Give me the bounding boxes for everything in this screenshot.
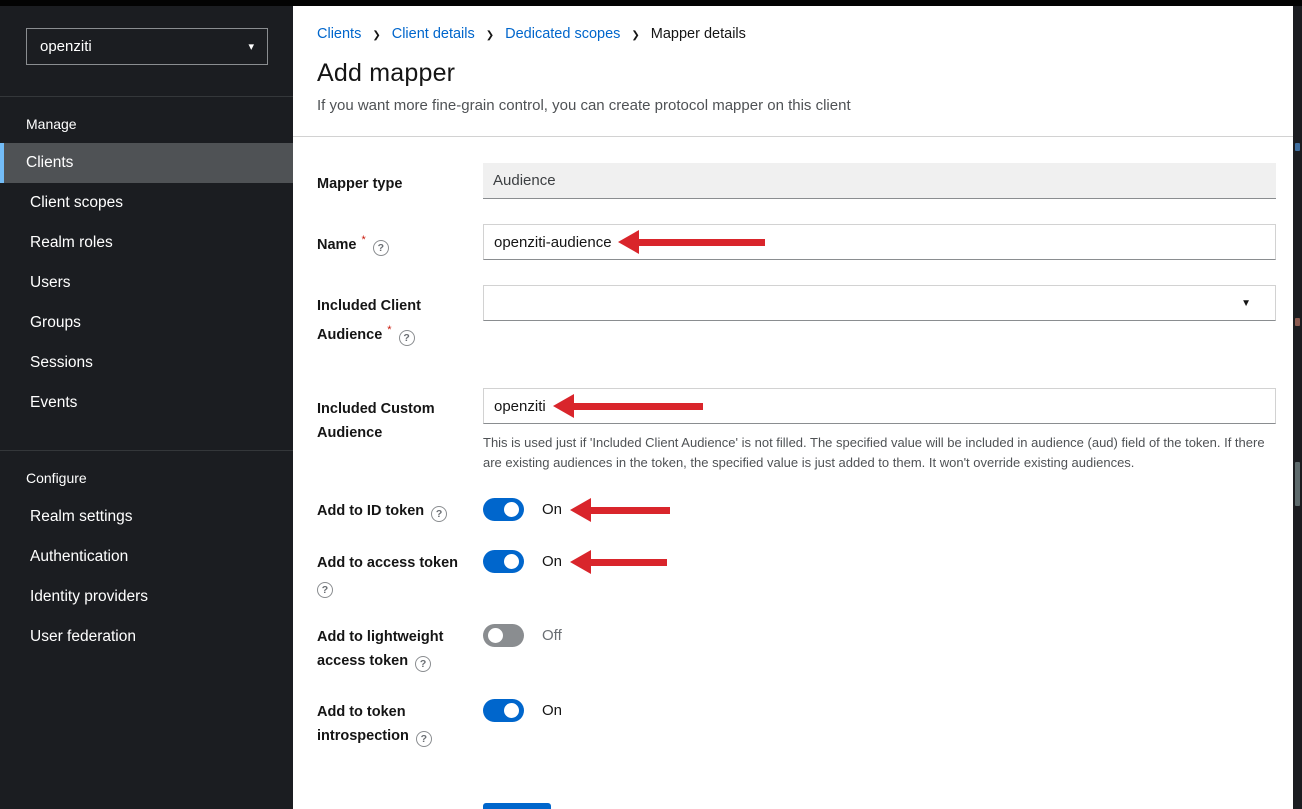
page-header: Clients ❯ Client details ❯ Dedicated sco… <box>293 6 1293 137</box>
help-icon[interactable]: ? <box>415 656 431 672</box>
save-button[interactable]: Save <box>483 803 551 809</box>
mapper-type-label: Mapper type <box>317 176 402 192</box>
sidebar-item-label: Realm roles <box>30 234 113 252</box>
included-client-audience-label-line2: Audience <box>317 327 382 343</box>
sidebar-item-sessions[interactable]: Sessions <box>0 343 293 383</box>
window-top-bar <box>0 0 1302 6</box>
chevron-down-icon: ▼ <box>1241 298 1265 309</box>
help-icon[interactable]: ? <box>431 506 447 522</box>
breadcrumb-separator-icon: ❯ <box>486 28 494 41</box>
annotation-arrow-id-token <box>570 498 670 522</box>
mapper-type-value: Audience <box>493 172 556 189</box>
page-title: Add mapper <box>317 59 1267 88</box>
sidebar-item-user-federation[interactable]: User federation <box>0 617 293 657</box>
name-row: Name *? <box>317 224 1293 260</box>
breadcrumb-client-details[interactable]: Client details <box>392 26 475 42</box>
sidebar-item-client-scopes[interactable]: Client scopes <box>0 183 293 223</box>
sidebar-item-label: Sessions <box>30 354 93 372</box>
toggle-knob <box>504 554 519 569</box>
sidebar-section-title-configure: Configure <box>0 451 293 497</box>
name-label: Name <box>317 237 357 253</box>
included-custom-audience-input[interactable] <box>483 388 1276 424</box>
included-custom-audience-label-line2: Audience <box>317 425 382 441</box>
breadcrumb-mapper-details: Mapper details <box>651 26 746 42</box>
sidebar-item-label: Identity providers <box>30 588 148 606</box>
included-custom-audience-row: Included Custom Audience This is used ju… <box>317 388 1293 473</box>
add-to-token-introspection-toggle[interactable] <box>483 699 524 722</box>
sidebar-item-label: Client scopes <box>30 194 123 212</box>
add-to-token-introspection-state: On <box>542 702 562 719</box>
scrollbar-mark <box>1295 143 1300 151</box>
add-to-id-token-row: Add to ID token? On <box>317 498 1293 523</box>
sidebar-item-identity-providers[interactable]: Identity providers <box>0 577 293 617</box>
add-to-access-token-row: Add to access token ? On <box>317 550 1293 599</box>
mapper-type-row: Mapper type Audience <box>317 163 1293 199</box>
realm-name: openziti <box>40 38 92 55</box>
page-scrollbar[interactable] <box>1293 0 1302 809</box>
included-client-audience-label-line1: Included Client <box>317 298 421 314</box>
breadcrumb: Clients ❯ Client details ❯ Dedicated sco… <box>317 26 1267 42</box>
add-mapper-form: Mapper type Audience Name*? In <box>293 137 1293 809</box>
add-to-token-introspection-label-line1: Add to token <box>317 704 406 720</box>
breadcrumb-separator-icon: ❯ <box>631 28 639 41</box>
help-icon[interactable]: ? <box>416 731 432 747</box>
add-to-access-token-toggle[interactable] <box>483 550 524 573</box>
add-to-lightweight-access-token-state: Off <box>542 627 562 644</box>
add-to-id-token-label: Add to ID token <box>317 503 424 519</box>
mapper-type-field: Audience <box>483 163 1276 199</box>
breadcrumb-dedicated-scopes[interactable]: Dedicated scopes <box>505 26 620 42</box>
help-icon[interactable]: ? <box>317 582 333 598</box>
scrollbar-mark <box>1295 318 1300 326</box>
chevron-down-icon: ▾ <box>248 40 254 53</box>
sidebar-item-label: Realm settings <box>30 508 133 526</box>
sidebar-item-label: Events <box>30 394 77 412</box>
toggle-knob <box>488 628 503 643</box>
scrollbar-thumb[interactable] <box>1295 462 1300 506</box>
sidebar-item-label: User federation <box>30 628 136 646</box>
sidebar-item-label: Groups <box>30 314 81 332</box>
toggle-knob <box>504 502 519 517</box>
breadcrumb-separator-icon: ❯ <box>372 28 380 41</box>
add-to-id-token-toggle[interactable] <box>483 498 524 521</box>
add-to-id-token-state: On <box>542 501 562 518</box>
sidebar-item-groups[interactable]: Groups <box>0 303 293 343</box>
required-marker: * <box>387 324 391 336</box>
add-to-lightweight-access-token-row: Add to lightweight access token? Off <box>317 624 1293 673</box>
help-icon[interactable]: ? <box>373 240 389 256</box>
sidebar-item-authentication[interactable]: Authentication <box>0 537 293 577</box>
sidebar-item-realm-settings[interactable]: Realm settings <box>0 497 293 537</box>
add-to-lightweight-access-token-toggle[interactable] <box>483 624 524 647</box>
form-actions: Save Cancel <box>483 803 1293 809</box>
page-subtitle: If you want more fine-grain control, you… <box>317 97 1267 114</box>
main-content: Clients ❯ Client details ❯ Dedicated sco… <box>293 6 1293 809</box>
help-icon[interactable]: ? <box>399 330 415 346</box>
included-client-audience-select[interactable]: ▼ <box>483 285 1276 321</box>
sidebar-item-label: Authentication <box>30 548 128 566</box>
included-custom-audience-label-line1: Included Custom <box>317 401 435 417</box>
add-to-lightweight-label-line2: access token <box>317 653 408 669</box>
sidebar-item-clients[interactable]: Clients <box>0 143 293 183</box>
add-to-access-token-label: Add to access token <box>317 555 458 571</box>
sidebar-item-label: Users <box>30 274 70 292</box>
name-input[interactable] <box>483 224 1276 260</box>
sidebar-section-title-manage: Manage <box>0 97 293 143</box>
included-custom-audience-helper: This is used just if 'Included Client Au… <box>483 433 1276 473</box>
breadcrumb-clients[interactable]: Clients <box>317 26 361 42</box>
add-to-token-introspection-label-line2: introspection <box>317 728 409 744</box>
required-marker: * <box>362 234 366 246</box>
sidebar-item-users[interactable]: Users <box>0 263 293 303</box>
sidebar-item-events[interactable]: Events <box>0 383 293 423</box>
sidebar-item-label: Clients <box>26 154 73 172</box>
included-client-audience-row: Included Client Audience *? ▼ <box>317 285 1293 347</box>
toggle-knob <box>504 703 519 718</box>
sidebar: openziti ▾ Manage Clients Client scopes … <box>0 0 293 809</box>
sidebar-item-realm-roles[interactable]: Realm roles <box>0 223 293 263</box>
add-to-access-token-state: On <box>542 553 562 570</box>
realm-selector-dropdown[interactable]: openziti ▾ <box>26 28 268 65</box>
add-to-token-introspection-row: Add to token introspection? On <box>317 699 1293 748</box>
add-to-lightweight-label-line1: Add to lightweight <box>317 629 443 645</box>
annotation-arrow-access-token <box>570 550 667 574</box>
